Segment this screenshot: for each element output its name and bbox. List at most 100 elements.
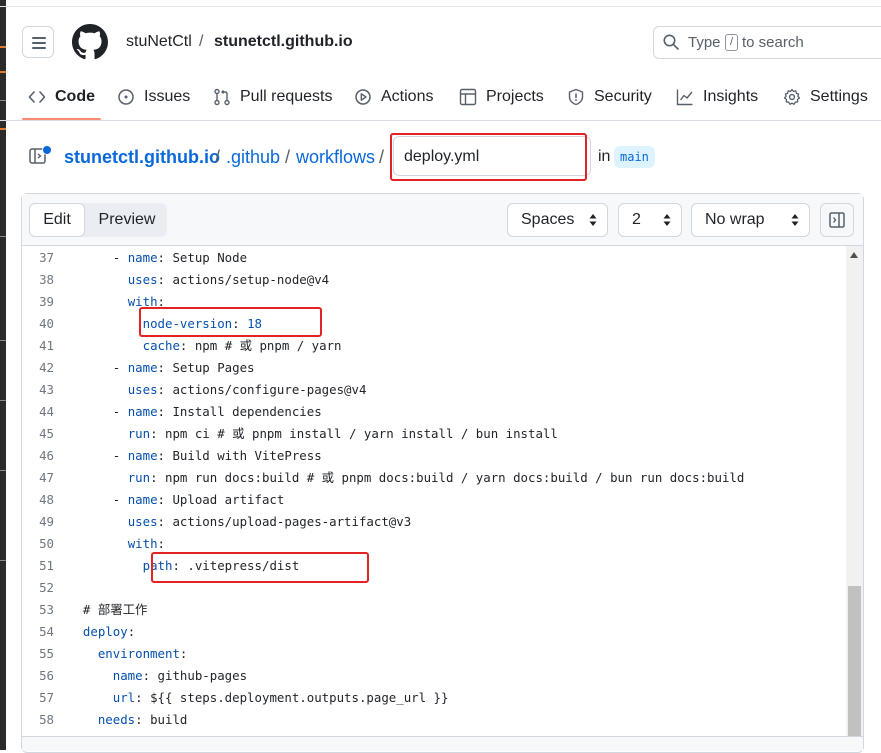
search-shortcut-key: / bbox=[725, 34, 738, 51]
tab-issues[interactable]: Issues bbox=[117, 86, 190, 108]
yaml-colon: : bbox=[157, 514, 165, 529]
code-line[interactable]: 55 environment: bbox=[22, 643, 852, 665]
tab-label: Settings bbox=[810, 88, 868, 105]
owner-link[interactable]: stuNetCtl bbox=[126, 33, 192, 51]
indent-mode-value: Spaces bbox=[521, 211, 575, 228]
yaml-value: actions/configure-pages@v4 bbox=[165, 382, 367, 397]
scrollbar-thumb[interactable] bbox=[848, 586, 861, 736]
yaml-colon: : bbox=[157, 272, 165, 287]
yaml-key: run bbox=[127, 426, 151, 441]
yaml-key: needs bbox=[97, 712, 136, 727]
code-line[interactable]: 48 - name: Upload artifact bbox=[22, 489, 852, 511]
yaml-key: name bbox=[127, 360, 158, 375]
breadcrumb-workflows-dir-link[interactable]: workflows bbox=[296, 147, 375, 168]
yaml-key: uses bbox=[127, 272, 158, 287]
code-icon bbox=[28, 91, 46, 103]
path-separator: / bbox=[199, 33, 204, 50]
code-line[interactable]: 50 with: bbox=[22, 533, 852, 555]
repo-link[interactable]: stunetctl.github.io bbox=[214, 33, 353, 51]
code-line[interactable]: 47 run: npm run docs:build # 或 pnpm docs… bbox=[22, 467, 852, 489]
code-line[interactable]: 57 url: ${{ steps.deployment.outputs.pag… bbox=[22, 687, 852, 709]
tab-label: Issues bbox=[144, 88, 191, 105]
code-line[interactable]: 38 uses: actions/setup-node@v4 bbox=[22, 269, 852, 291]
list-dash: - bbox=[112, 404, 128, 419]
yaml-value: Install dependencies bbox=[165, 404, 322, 419]
code-line[interactable]: 56 name: github-pages bbox=[22, 665, 852, 687]
indent-size-select[interactable]: 2 bbox=[618, 203, 682, 237]
line-number: 50 bbox=[39, 536, 54, 551]
code-line[interactable]: 46 - name: Build with VitePress bbox=[22, 445, 852, 467]
code-line[interactable]: 37 - name: Setup Node bbox=[22, 247, 852, 269]
yaml-value: Setup Node bbox=[165, 250, 248, 265]
indent-mode-select[interactable]: Spaces bbox=[507, 203, 608, 237]
sidebar-expand-icon bbox=[829, 212, 845, 228]
edit-tab-button[interactable]: Edit bbox=[29, 203, 85, 237]
toggle-panel-button[interactable] bbox=[820, 203, 854, 237]
breadcrumb-github-dir-link[interactable]: .github bbox=[226, 147, 280, 168]
list-dash: - bbox=[112, 360, 128, 375]
line-number: 43 bbox=[39, 382, 54, 397]
code-line[interactable]: 45 run: npm ci # 或 pnpm install / yarn i… bbox=[22, 423, 852, 445]
yaml-colon: : bbox=[157, 360, 165, 375]
tab-code[interactable]: Code bbox=[28, 86, 95, 108]
line-number: 45 bbox=[39, 426, 54, 441]
code-line[interactable]: 41 cache: npm # 或 pnpm / yarn bbox=[22, 335, 852, 357]
tab-label: Security bbox=[594, 88, 652, 105]
tab-settings[interactable]: Settings bbox=[783, 86, 868, 108]
code-line[interactable]: 51 path: .vitepress/dist bbox=[22, 555, 852, 577]
yaml-value: actions/setup-node@v4 bbox=[165, 272, 330, 287]
indent-size-value: 2 bbox=[632, 211, 641, 228]
branch-badge[interactable]: main bbox=[614, 146, 655, 168]
code-line[interactable]: 44 - name: Install dependencies bbox=[22, 401, 852, 423]
line-number: 44 bbox=[39, 404, 54, 419]
breadcrumb-separator: / bbox=[379, 147, 385, 167]
tab-pull-requests[interactable]: Pull requests bbox=[213, 86, 333, 108]
code-line[interactable]: 43 uses: actions/configure-pages@v4 bbox=[22, 379, 852, 401]
tab-projects[interactable]: Projects bbox=[459, 86, 544, 108]
shield-icon bbox=[568, 88, 584, 106]
preview-tab-button[interactable]: Preview bbox=[88, 203, 166, 237]
tab-actions[interactable]: Actions bbox=[354, 86, 433, 108]
wrap-mode-select[interactable]: No wrap bbox=[691, 203, 810, 237]
code-line[interactable]: 58 needs: build bbox=[22, 709, 852, 731]
code-line[interactable]: 52 bbox=[22, 577, 852, 599]
tab-insights[interactable]: Insights bbox=[676, 86, 758, 108]
select-caret-icon bbox=[663, 214, 671, 226]
code-line[interactable]: 49 uses: actions/upload-pages-artifact@v… bbox=[22, 511, 852, 533]
wrap-mode-value: No wrap bbox=[705, 211, 765, 228]
tab-label: Pull requests bbox=[240, 88, 333, 105]
table-icon bbox=[459, 88, 477, 106]
scroll-up-arrow-icon[interactable] bbox=[850, 252, 858, 258]
adjacent-window-edge bbox=[0, 0, 6, 750]
line-number: 38 bbox=[39, 272, 54, 287]
yaml-value: npm run docs:build # 或 pnpm docs:build /… bbox=[157, 470, 745, 485]
github-logo-icon[interactable] bbox=[72, 24, 108, 60]
tab-security[interactable]: Security bbox=[567, 86, 652, 108]
search-placeholder-suffix: to search bbox=[742, 34, 804, 51]
yaml-value: npm ci # 或 pnpm install / yarn install /… bbox=[157, 426, 558, 441]
code-comment: # 部署工作 bbox=[82, 602, 148, 617]
breadcrumb-repo-link[interactable]: stunetctl.github.io bbox=[64, 147, 220, 168]
line-number: 55 bbox=[39, 646, 54, 661]
line-number: 40 bbox=[39, 316, 54, 331]
select-caret-icon bbox=[791, 214, 799, 226]
yaml-colon: : bbox=[135, 690, 143, 705]
code-line[interactable]: 54 deploy: bbox=[22, 621, 852, 643]
tab-label: Projects bbox=[486, 88, 544, 105]
code-line[interactable]: 42 - name: Setup Pages bbox=[22, 357, 852, 379]
menu-button[interactable] bbox=[22, 26, 54, 58]
yaml-colon: : bbox=[157, 448, 165, 463]
code-line[interactable]: 53 # 部署工作 bbox=[22, 599, 852, 621]
yaml-colon: : bbox=[157, 404, 165, 419]
